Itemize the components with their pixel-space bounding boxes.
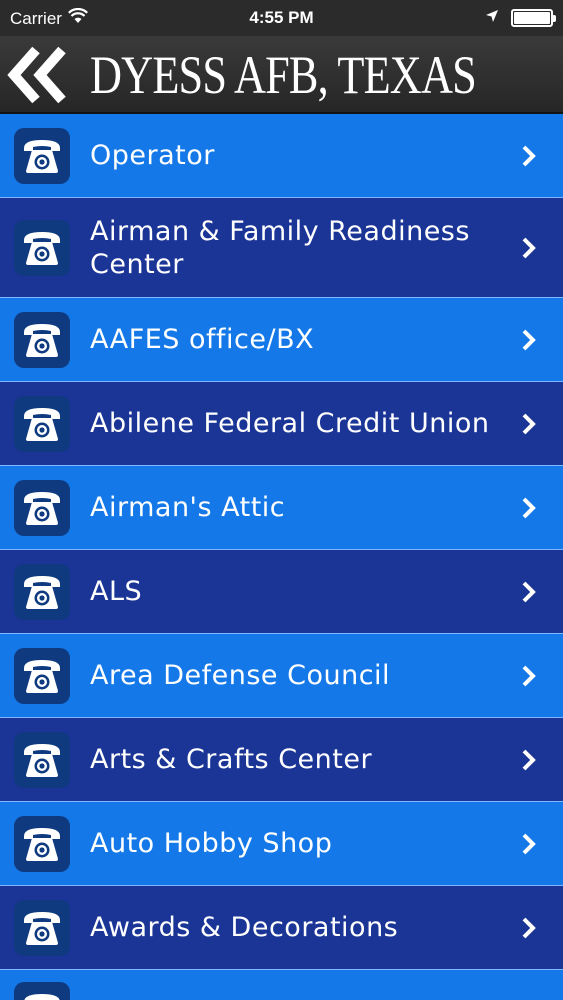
chevron-right-icon <box>521 665 537 687</box>
list-item[interactable]: Airman & Family Readiness Center <box>0 198 563 298</box>
back-button[interactable] <box>6 46 74 104</box>
list-item[interactable]: Awards & Decorations <box>0 886 563 970</box>
list-item[interactable]: Airman's Attic <box>0 466 563 550</box>
chevron-right-icon <box>521 581 537 603</box>
list-item[interactable]: Area Defense Council <box>0 634 563 718</box>
list-item-label: Auto Hobby Shop <box>90 828 333 859</box>
directory-list: Operator Airman & Family Readiness Center… <box>0 114 563 1000</box>
phone-icon <box>14 563 70 620</box>
double-chevron-left-icon <box>7 46 66 104</box>
phone-icon <box>14 815 70 872</box>
phone-icon <box>14 219 70 276</box>
status-right <box>485 8 556 28</box>
page-title: DYESS AFB, TEXAS <box>90 45 477 105</box>
list-item-label: ALS <box>90 576 143 607</box>
phone-icon <box>14 899 70 956</box>
chevron-right-icon <box>521 237 537 259</box>
list-item[interactable]: Abilene Federal Credit Union <box>0 382 563 466</box>
list-item[interactable]: Auto Hobby Shop <box>0 802 563 886</box>
list-item-label: Arts & Crafts Center <box>90 744 373 775</box>
phone-icon <box>14 731 70 788</box>
list-item-label: Area Defense Council <box>90 660 391 691</box>
chevron-right-icon <box>521 413 537 435</box>
chevron-right-icon <box>521 917 537 939</box>
chevron-right-icon <box>521 749 537 771</box>
list-item[interactable]: Operator <box>0 114 563 198</box>
chevron-right-icon <box>521 145 537 167</box>
status-time: 4:55 PM <box>249 8 314 27</box>
chevron-right-icon <box>521 329 537 351</box>
list-item[interactable]: Arts & Crafts Center <box>0 718 563 802</box>
phone-icon <box>14 395 70 452</box>
list-item[interactable]: AAFES office/BX <box>0 298 563 382</box>
status-bar: Carrier 4:55 PM <box>0 0 563 36</box>
battery-level <box>514 12 550 24</box>
list-item-label: Airman & Family Readiness Center <box>90 215 470 280</box>
list-item[interactable]: ALS <box>0 550 563 634</box>
location-arrow-icon <box>485 8 499 28</box>
phone-icon <box>14 982 70 1000</box>
battery-icon <box>511 9 556 27</box>
list-item-label: Operator <box>90 140 215 171</box>
chevron-right-icon <box>521 833 537 855</box>
list-item-label: Abilene Federal Credit Union <box>90 408 490 439</box>
phone-icon <box>14 127 70 184</box>
phone-icon <box>14 647 70 704</box>
list-item-label: Awards & Decorations <box>90 912 399 943</box>
chevron-right-icon <box>521 497 537 519</box>
phone-icon <box>14 311 70 368</box>
list-item-label: AAFES office/BX <box>90 324 315 355</box>
navigation-bar: DYESS AFB, TEXAS <box>0 36 563 114</box>
list-item-label: Airman's Attic <box>90 492 286 523</box>
list-item-partial[interactable] <box>0 970 563 1000</box>
phone-icon <box>14 479 70 536</box>
